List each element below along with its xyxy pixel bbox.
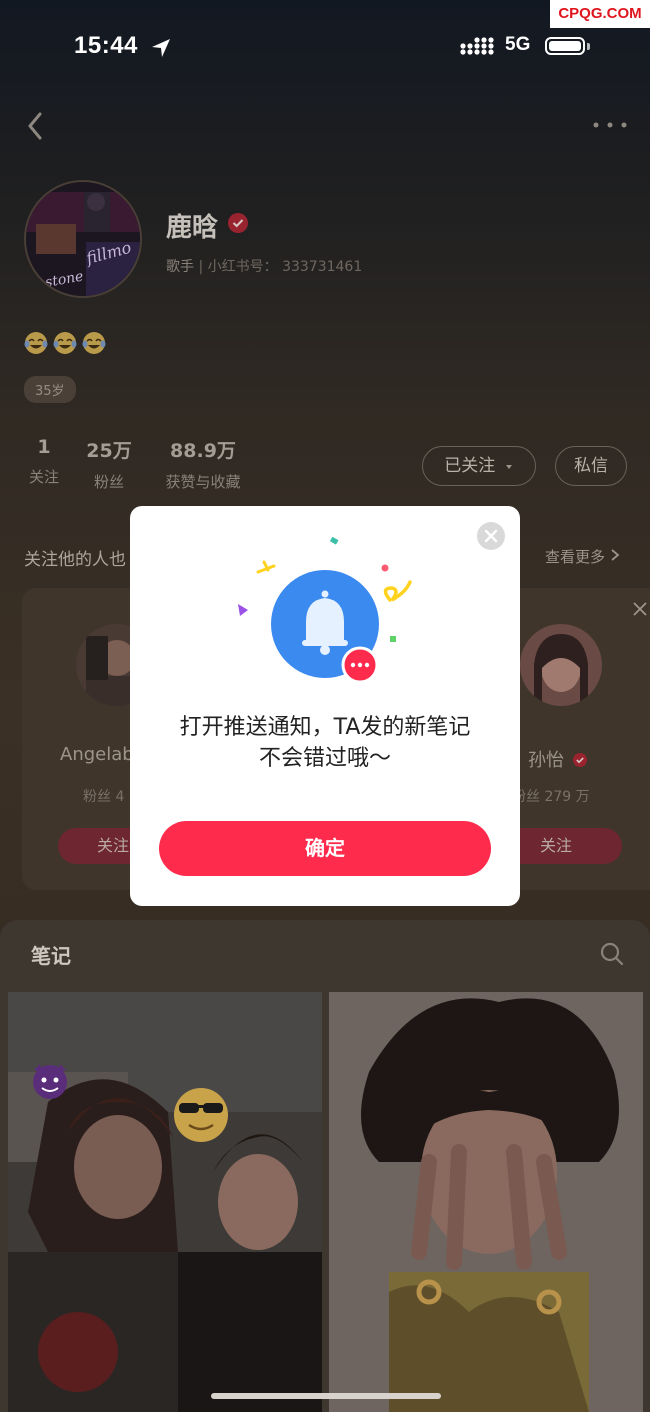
- dialog-line-2: 不会错过哦～: [258, 746, 391, 771]
- see-more-label: 查看更多: [545, 548, 606, 566]
- recommend-name-2: 孙怡: [528, 746, 587, 772]
- note-image-2: [329, 992, 643, 1412]
- profile-avatar[interactable]: fillmo stone: [24, 180, 142, 298]
- watermark: CPQG.COM: [550, 0, 650, 28]
- verified-badge-icon: [228, 213, 248, 233]
- laughing-emoji-icon: [24, 332, 106, 354]
- separator: |: [198, 259, 208, 275]
- message-button[interactable]: 私信: [555, 446, 627, 486]
- recommend-fans-2: 粉丝 279 万: [512, 789, 590, 805]
- recommend-title: 关注他的人也: [24, 550, 126, 570]
- stat-likes-label: 获赞与收藏: [165, 473, 241, 491]
- stat-likes[interactable]: 88.9万 获赞与收藏: [158, 436, 248, 492]
- stat-fans[interactable]: 25万 粉丝: [84, 436, 134, 492]
- profile-name: 鹿晗: [166, 213, 219, 243]
- recommend-name-2-text: 孙怡: [528, 750, 564, 771]
- dialog-message: 打开推送通知，TA发的新笔记 不会错过哦～: [130, 712, 520, 774]
- stat-likes-value: 88.9万: [170, 440, 236, 462]
- followed-label: 已关注: [444, 456, 496, 476]
- back-button[interactable]: [24, 108, 48, 144]
- stat-following-label: 关注: [28, 468, 59, 486]
- battery-tip: [587, 43, 590, 50]
- stat-fans-value: 25万: [86, 440, 132, 462]
- network-type: 5G: [505, 34, 531, 55]
- age-tag: 35岁: [24, 376, 76, 403]
- recommend-avatar-2[interactable]: [520, 624, 602, 706]
- bell-illustration-icon: [238, 536, 412, 684]
- profile-id-label: 小红书号：: [207, 259, 278, 275]
- recommend-name-1: Angelab: [60, 744, 134, 765]
- stat-following[interactable]: 1 关注: [24, 436, 64, 487]
- search-icon[interactable]: [599, 941, 625, 967]
- recommend-photo-2: [520, 624, 602, 706]
- dialog-line-1: 打开推送通知，TA发的新笔记: [179, 715, 471, 740]
- tab-notes[interactable]: 笔记: [31, 940, 71, 969]
- profile-subline: 歌手 | 小红书号： 333731461: [166, 256, 362, 276]
- recommend-fans-1: 粉丝 4: [83, 789, 125, 805]
- avatar-photo: fillmo stone: [26, 182, 140, 296]
- note-image-1: [8, 992, 322, 1412]
- battery-icon: [545, 37, 585, 55]
- close-recommend-icon[interactable]: [632, 601, 648, 617]
- chevron-right-icon: [611, 549, 620, 561]
- location-arrow-icon: [152, 39, 170, 57]
- verified-badge-icon: [572, 753, 587, 767]
- confirm-button[interactable]: 确定: [159, 821, 491, 876]
- note-photo-1[interactable]: [8, 992, 322, 1412]
- see-more-link[interactable]: 查看更多: [545, 546, 620, 567]
- stat-following-value: 1: [37, 436, 51, 458]
- profile-id-value: 333731461: [282, 259, 363, 275]
- profile-bio: [24, 330, 108, 360]
- profile-role: 歌手: [166, 259, 194, 275]
- caret-down-icon: [505, 465, 512, 469]
- stat-fans-label: 粉丝: [93, 473, 124, 491]
- status-bar: 15:44 5G: [0, 28, 650, 68]
- status-time: 15:44: [74, 32, 138, 59]
- close-icon: [484, 529, 498, 543]
- more-options-button[interactable]: [590, 118, 630, 132]
- recommend-follow-label-2: 关注: [539, 836, 572, 855]
- recommend-follow-label-1: 关注: [96, 836, 129, 855]
- home-indicator[interactable]: [211, 1393, 441, 1399]
- followed-button[interactable]: 已关注: [422, 446, 536, 486]
- signal-icon: [460, 37, 494, 55]
- close-dialog-button[interactable]: [477, 522, 505, 550]
- note-photo-2[interactable]: [329, 992, 643, 1412]
